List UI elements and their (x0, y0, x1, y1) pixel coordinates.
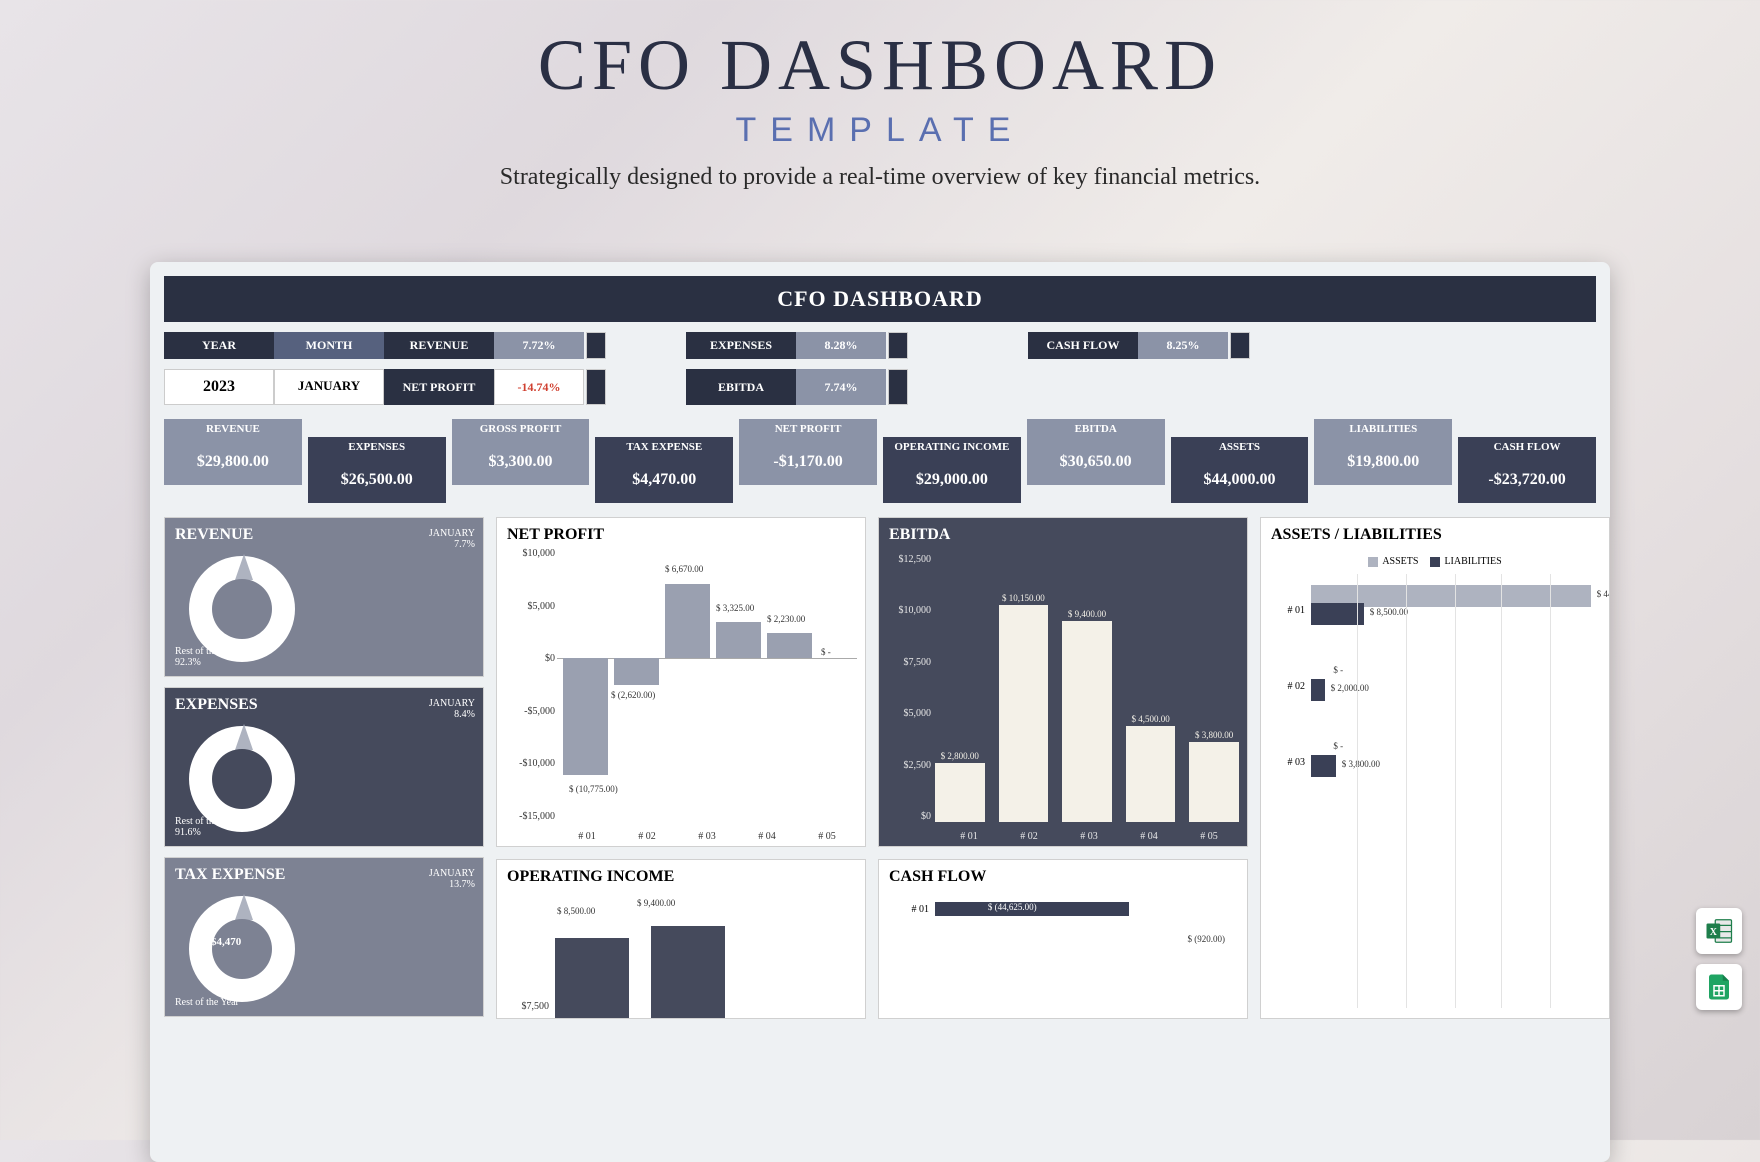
dashboard-title: CFO DASHBOARD (164, 276, 1596, 322)
kpi-ebitda: EBITDA $30,650.00 (1027, 419, 1165, 503)
opinc-panel: OPERATING INCOME $7,500 $ 8,500.00 $ 9,4… (496, 859, 866, 1019)
ebitda-label: EBITDA (686, 369, 796, 405)
kpi-gross-profit: GROSS PROFIT $3,300.00 (452, 419, 590, 503)
kpi-revenue: REVENUE $29,800.00 (164, 419, 302, 503)
netprofit-pct: -14.74% (494, 369, 584, 405)
netprofit-title: NET PROFIT (497, 518, 865, 552)
cashflow-val-2: $ (920.00) (1188, 934, 1226, 944)
cashflow-val-1: $ (44,625.00) (988, 902, 1037, 912)
opinc-bar1-label: $ 8,500.00 (557, 906, 595, 916)
cashflow-cat-1: # 01 (897, 904, 935, 915)
kpi-liabilities: LIABILITIES $19,800.00 (1314, 419, 1452, 503)
sheets-icon[interactable] (1696, 964, 1742, 1010)
revenue-label: REVENUE (384, 332, 494, 359)
legend-assets: ASSETS (1382, 556, 1418, 567)
ebitda-pct: 7.74% (796, 369, 886, 405)
kpi-cash-flow: CASH FLOW -$23,720.00 (1458, 437, 1596, 503)
excel-icon[interactable]: X (1696, 908, 1742, 954)
expenses-label: EXPENSES (686, 332, 796, 359)
legend-liabilities: LIABILITIES (1444, 556, 1501, 567)
donut-tax-expense: TAX EXPENSE $4,470 JANUARY13.7% Rest of … (164, 857, 484, 1017)
cashflow-row-1: # 01 $ (44,625.00) (889, 900, 1237, 918)
month-value[interactable]: JANUARY (274, 369, 384, 405)
svg-text:X: X (1710, 927, 1718, 938)
assets-title: ASSETS / LIABILITIES (1261, 518, 1609, 552)
file-format-icons: X (1696, 908, 1742, 1010)
ebitda-title: EBITDA (879, 518, 1247, 552)
netprofit-label: NET PROFIT (384, 369, 494, 405)
netprofit-panel: NET PROFIT $10,000$5,000$0-$5,000-$10,00… (496, 517, 866, 847)
kpi-operating-income: OPERATING INCOME $29,000.00 (883, 437, 1021, 503)
ebitda-spark-icon (888, 369, 908, 405)
revenue-pct: 7.72% (494, 332, 584, 359)
hero-subtitle: TEMPLATE (0, 107, 1760, 150)
netprofit-spark-icon (586, 369, 606, 405)
year-label: YEAR (164, 332, 274, 359)
expenses-spark-icon (888, 332, 908, 359)
dashboard-frame: CFO DASHBOARD YEAR MONTH REVENUE 7.72% E… (150, 262, 1610, 1162)
month-label: MONTH (274, 332, 384, 359)
kpi-expenses: EXPENSES $26,500.00 (308, 437, 446, 503)
cashflow-pct: 8.25% (1138, 332, 1228, 359)
kpi-tax-expense: TAX EXPENSE $4,470.00 (595, 437, 733, 503)
opinc-bar2-label: $ 9,400.00 (637, 898, 675, 908)
donut-column: REVENUE JANUARY7.7% Rest of the Year92.3… (164, 517, 484, 1019)
revenue-spark-icon (586, 332, 606, 359)
controls-row-1: YEAR MONTH REVENUE 7.72% EXPENSES 8.28% … (164, 332, 1596, 359)
controls-row-2: 2023 JANUARY NET PROFIT -14.74% EBITDA 7… (164, 369, 1596, 405)
assets-legend: ASSETS LIABILITIES (1261, 552, 1609, 571)
hero-title: CFO DASHBOARD (0, 0, 1760, 107)
expenses-pct: 8.28% (796, 332, 886, 359)
hero-desc: Strategically designed to provide a real… (0, 150, 1760, 191)
opinc-title: OPERATING INCOME (497, 860, 865, 894)
charts-grid: REVENUE JANUARY7.7% Rest of the Year92.3… (164, 517, 1596, 1019)
year-value[interactable]: 2023 (164, 369, 274, 405)
cashflow-label: CASH FLOW (1028, 332, 1138, 359)
cashflow-panel: CASH FLOW # 01 $ (44,625.00) $ (920.00) (878, 859, 1248, 1019)
kpi-net-profit: NET PROFIT -$1,170.00 (739, 419, 877, 503)
cashflow-spark-icon (1230, 332, 1250, 359)
kpi-assets: ASSETS $44,000.00 (1171, 437, 1309, 503)
ebitda-panel: EBITDA $12,500$10,000$7,500$5,000$2,500$… (878, 517, 1248, 847)
cashflow-row-2: $ (920.00) (889, 932, 1237, 950)
kpi-row: REVENUE $29,800.00EXPENSES $26,500.00GRO… (164, 419, 1596, 503)
donut-expenses: EXPENSES JANUARY8.4% Rest of the Year91.… (164, 687, 484, 847)
assets-panel: ASSETS / LIABILITIES ASSETS LIABILITIES … (1260, 517, 1610, 1019)
donut-revenue: REVENUE JANUARY7.7% Rest of the Year92.3… (164, 517, 484, 677)
cashflow-title: CASH FLOW (879, 860, 1247, 894)
